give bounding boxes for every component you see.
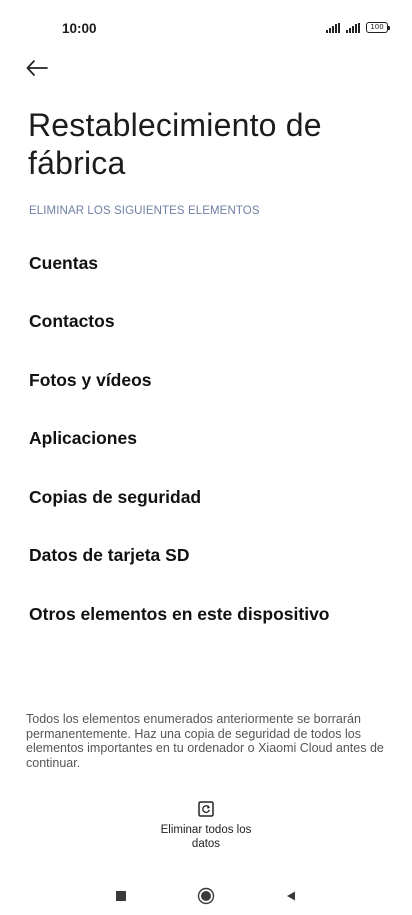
circle-icon	[197, 887, 215, 905]
warning-note: Todos los elementos enumerados anteriorm…	[26, 712, 384, 770]
reset-icon	[197, 800, 215, 818]
erase-all-data-label: Eliminar todos los datos	[160, 824, 252, 850]
status-icons: 100	[326, 22, 390, 33]
nav-back-button[interactable]	[279, 884, 303, 908]
navigation-bar	[0, 872, 412, 915]
list-item-otros: Otros elementos en este dispositivo	[29, 603, 330, 624]
status-time: 10:00	[62, 21, 97, 36]
battery-icon: 100	[366, 22, 390, 33]
list-item-copias: Copias de seguridad	[29, 486, 202, 507]
items-list: Cuentas Contactos Fotos y vídeos Aplicac…	[29, 234, 389, 644]
section-label: ELIMINAR LOS SIGUIENTES ELEMENTOS	[29, 205, 260, 217]
list-item-contactos: Contactos	[29, 311, 115, 332]
list-item-fotos: Fotos y vídeos	[29, 369, 152, 390]
status-bar: 10:00 100	[0, 0, 412, 40]
signal-1-icon	[326, 23, 340, 33]
square-icon	[116, 891, 126, 901]
arrow-left-icon	[26, 60, 48, 76]
list-item-cuentas: Cuentas	[29, 252, 99, 273]
page-title: Restablecimiento de fábrica	[28, 107, 322, 181]
triangle-back-icon	[287, 891, 295, 901]
recent-apps-button[interactable]	[109, 884, 133, 908]
erase-all-data-button[interactable]: Eliminar todos los datos	[146, 800, 266, 858]
back-button[interactable]	[26, 56, 56, 80]
screen: 10:00 100 Restablecimiento de fábrica EL…	[0, 0, 412, 915]
list-item-aplicaciones: Aplicaciones	[29, 428, 137, 449]
signal-2-icon	[346, 23, 360, 33]
home-button[interactable]	[194, 884, 218, 908]
list-item-tarjeta-sd: Datos de tarjeta SD	[29, 545, 190, 566]
